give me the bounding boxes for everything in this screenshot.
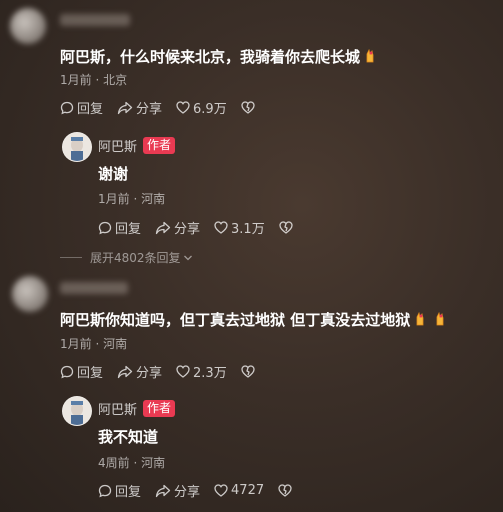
like-button[interactable]: 4727 <box>214 483 264 498</box>
like-button[interactable]: 6.9万 <box>176 98 227 117</box>
fingers-crossed-emoji <box>434 311 446 330</box>
share-button[interactable]: 分享 <box>117 98 162 117</box>
comment-actions: 回复 分享 6.9万 <box>60 98 272 117</box>
comment-actions: 回复 分享 2.3万 <box>60 362 272 381</box>
share-button[interactable]: 分享 <box>117 362 162 381</box>
commenter-avatar[interactable] <box>12 276 48 312</box>
author-avatar[interactable] <box>62 396 92 426</box>
dislike-button[interactable] <box>278 484 295 497</box>
author-name[interactable]: 阿巴斯 <box>98 136 137 155</box>
author-avatar[interactable] <box>62 132 92 162</box>
commenter-name[interactable] <box>60 282 128 294</box>
dislike-icon <box>279 221 293 234</box>
commenter-avatar[interactable] <box>10 8 46 44</box>
fingers-crossed-emoji <box>364 48 376 67</box>
author-badge: 作者 <box>143 400 176 417</box>
share-button[interactable]: 分享 <box>155 481 200 500</box>
comment-icon <box>98 484 112 497</box>
reply-actions: 回复 分享 4727 <box>98 481 309 500</box>
reply-button[interactable]: 回复 <box>60 362 103 381</box>
dislike-button[interactable] <box>279 221 296 234</box>
reply-button[interactable]: 回复 <box>60 98 103 117</box>
share-icon <box>155 484 171 497</box>
heart-icon <box>214 221 228 234</box>
share-icon <box>117 101 133 114</box>
heart-icon <box>214 484 228 497</box>
reply-meta: 1月前 · 河南 <box>98 192 166 206</box>
like-button[interactable]: 2.3万 <box>176 362 227 381</box>
comment-text: 阿巴斯，什么时候来北京，我骑着你去爬长城 <box>60 46 376 67</box>
reply-text: 我不知道 <box>98 428 159 446</box>
heart-icon <box>176 101 190 114</box>
expand-divider <box>60 257 82 258</box>
share-button[interactable]: 分享 <box>155 218 200 237</box>
comment-icon <box>60 365 74 378</box>
fingers-crossed-emoji <box>414 311 426 330</box>
dislike-icon <box>278 484 292 497</box>
expand-replies-button[interactable]: 展开4802条回复 <box>60 249 193 266</box>
comment-text: 阿巴斯你知道吗，但丁真去过地狱 但丁真没去过地狱 <box>60 309 446 330</box>
heart-icon <box>176 365 190 378</box>
reply-meta: 4周前 · 河南 <box>98 456 166 470</box>
comment-meta: 1月前 · 河南 <box>60 337 128 351</box>
chevron-down-icon <box>183 255 192 260</box>
reply-button[interactable]: 回复 <box>98 481 141 500</box>
reply-actions: 回复 分享 3.1万 <box>98 218 310 237</box>
author-name[interactable]: 阿巴斯 <box>98 399 137 418</box>
share-icon <box>155 221 171 234</box>
comment-icon <box>60 101 74 114</box>
share-icon <box>117 365 133 378</box>
dislike-icon <box>241 101 255 114</box>
commenter-name[interactable] <box>60 14 130 26</box>
dislike-icon <box>241 365 255 378</box>
reply-button[interactable]: 回复 <box>98 218 141 237</box>
like-button[interactable]: 3.1万 <box>214 218 265 237</box>
dislike-button[interactable] <box>241 365 258 378</box>
comment-meta: 1月前 · 北京 <box>60 73 128 87</box>
comment-icon <box>98 221 112 234</box>
dislike-button[interactable] <box>241 101 258 114</box>
author-badge: 作者 <box>143 137 176 154</box>
reply-text: 谢谢 <box>98 165 129 183</box>
